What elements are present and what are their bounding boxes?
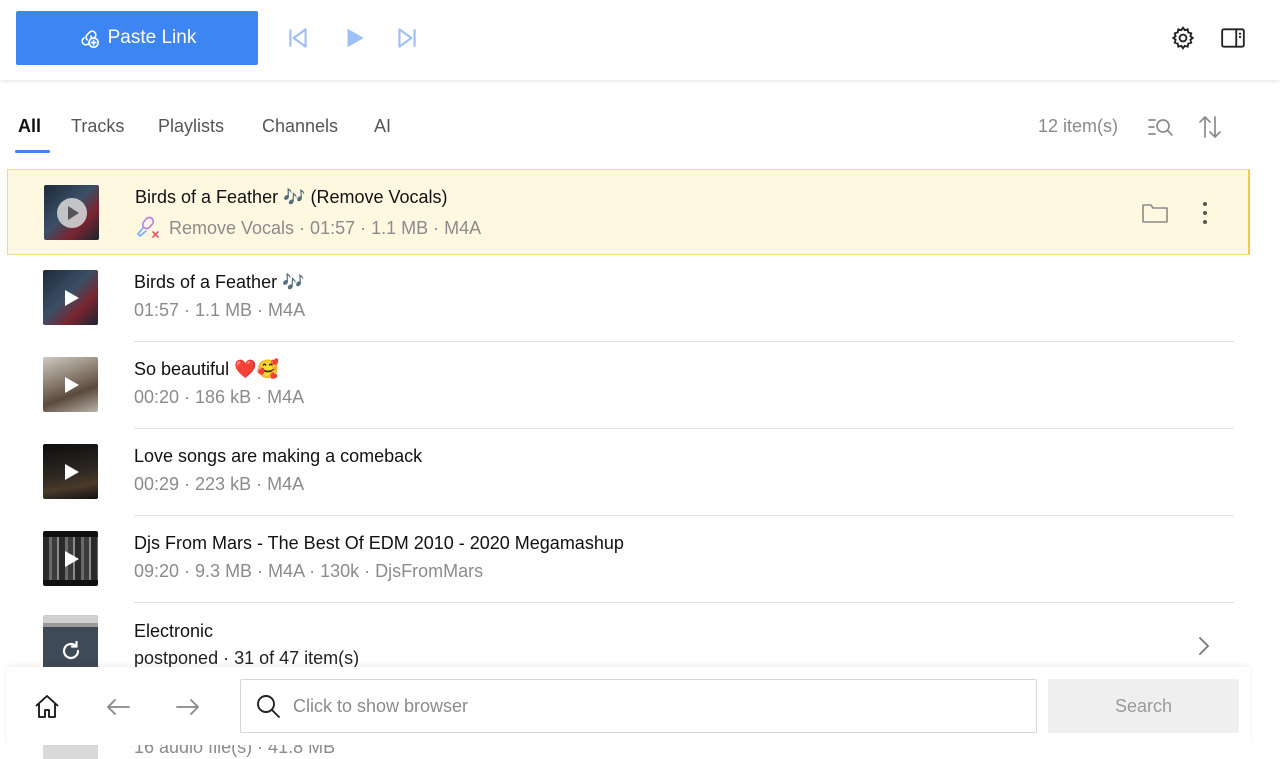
expand-button[interactable] <box>1189 631 1219 661</box>
item-meta: 01:57 · 1.1 MB · M4A <box>134 300 306 320</box>
active-tab-indicator <box>15 150 50 153</box>
home-button[interactable] <box>31 691 63 723</box>
more-vertical-icon <box>1203 202 1207 224</box>
track-thumbnail <box>43 270 98 325</box>
paste-link-label: Paste Link <box>107 27 197 48</box>
open-folder-button[interactable] <box>1140 198 1170 228</box>
item-meta-row: Remove Vocals · 01:57 · 1.1 MB · M4A <box>135 215 481 241</box>
track-thumbnail <box>43 357 98 412</box>
microphone-off-icon <box>136 216 159 238</box>
track-thumbnail <box>43 531 98 586</box>
top-toolbar: Paste Link <box>0 0 1280 80</box>
search-icon <box>257 695 280 718</box>
previous-button[interactable] <box>282 22 314 54</box>
tab-tracks[interactable]: Tracks <box>71 116 124 137</box>
forward-button[interactable] <box>172 691 204 723</box>
play-icon <box>64 289 79 306</box>
folder-icon <box>1142 204 1168 223</box>
scroll-gutter <box>1250 80 1280 759</box>
refresh-icon <box>62 640 79 659</box>
arrow-left-icon <box>107 699 130 715</box>
gear-icon <box>1171 26 1195 50</box>
list-item[interactable]: So beautiful ❤️🥰 00:20 · 186 kB · M4A <box>7 342 1250 429</box>
track-thumbnail <box>43 444 98 499</box>
tab-playlists[interactable]: Playlists <box>158 116 224 137</box>
play-icon <box>64 376 79 393</box>
browser-bar: Search <box>7 667 1250 745</box>
tab-channels[interactable]: Channels <box>262 116 338 137</box>
item-title: Birds of a Feather 🎶 <box>134 272 305 292</box>
play-circle-icon <box>56 197 87 228</box>
next-button[interactable] <box>391 22 423 54</box>
play-icon <box>347 28 364 48</box>
more-options-button[interactable] <box>1190 198 1220 228</box>
list-item[interactable]: Birds of a Feather 🎶 (Remove Vocals) Rem… <box>7 169 1250 255</box>
item-meta: postponed · 31 of 47 item(s) <box>134 648 360 668</box>
list-item[interactable]: Djs From Mars - The Best Of EDM 2010 - 2… <box>7 516 1250 603</box>
item-title: So beautiful ❤️🥰 <box>134 359 279 379</box>
sort-icon <box>1199 116 1221 138</box>
toggle-panel-button[interactable] <box>1219 24 1247 52</box>
skip-next-icon <box>398 28 416 48</box>
home-icon <box>35 695 59 718</box>
play-icon <box>64 463 79 480</box>
item-title: Birds of a Feather 🎶 (Remove Vocals) <box>135 187 448 207</box>
sort-button[interactable] <box>1195 112 1225 142</box>
filter-search-button[interactable] <box>1145 112 1175 142</box>
filter-tabs: All Tracks Playlists Channels AI 12 item… <box>0 96 1280 154</box>
media-list: Birds of a Feather 🎶 (Remove Vocals) Rem… <box>7 169 1250 690</box>
play-icon <box>64 550 79 567</box>
link-plus-icon <box>81 30 99 48</box>
item-title: Love songs are making a comeback <box>134 446 423 466</box>
arrow-right-icon <box>176 699 199 715</box>
item-meta: Remove Vocals · 01:57 · 1.1 MB · M4A <box>169 217 482 238</box>
skip-previous-icon <box>289 28 307 48</box>
item-meta: 09:20 · 9.3 MB · M4A · 130k · DjsFromMar… <box>134 561 484 581</box>
paste-link-button[interactable]: Paste Link <box>16 11 258 65</box>
chevron-right-icon <box>1199 637 1210 655</box>
item-meta: 00:20 · 186 kB · M4A <box>134 387 305 407</box>
play-button[interactable] <box>338 22 370 54</box>
search-button[interactable]: Search <box>1048 679 1239 733</box>
list-search-icon <box>1148 119 1173 136</box>
list-item[interactable]: Birds of a Feather 🎶 01:57 · 1.1 MB · M4… <box>7 255 1250 342</box>
tab-ai[interactable]: AI <box>374 116 391 137</box>
tab-all[interactable]: All <box>18 116 41 137</box>
settings-button[interactable] <box>1169 24 1197 52</box>
item-title: Djs From Mars - The Best Of EDM 2010 - 2… <box>134 533 624 553</box>
track-thumbnail <box>44 185 99 240</box>
playlist-thumbnail <box>43 615 98 670</box>
item-title: Electronic <box>134 621 214 641</box>
sidebar-panel-icon <box>1221 28 1245 48</box>
item-meta: 00:29 · 223 kB · M4A <box>134 474 305 494</box>
browser-search-field[interactable] <box>240 679 1037 733</box>
list-item[interactable]: Love songs are making a comeback 00:29 ·… <box>7 429 1250 516</box>
search-input[interactable] <box>293 695 993 717</box>
item-count: 12 item(s) <box>1038 116 1119 136</box>
back-button[interactable] <box>102 691 134 723</box>
